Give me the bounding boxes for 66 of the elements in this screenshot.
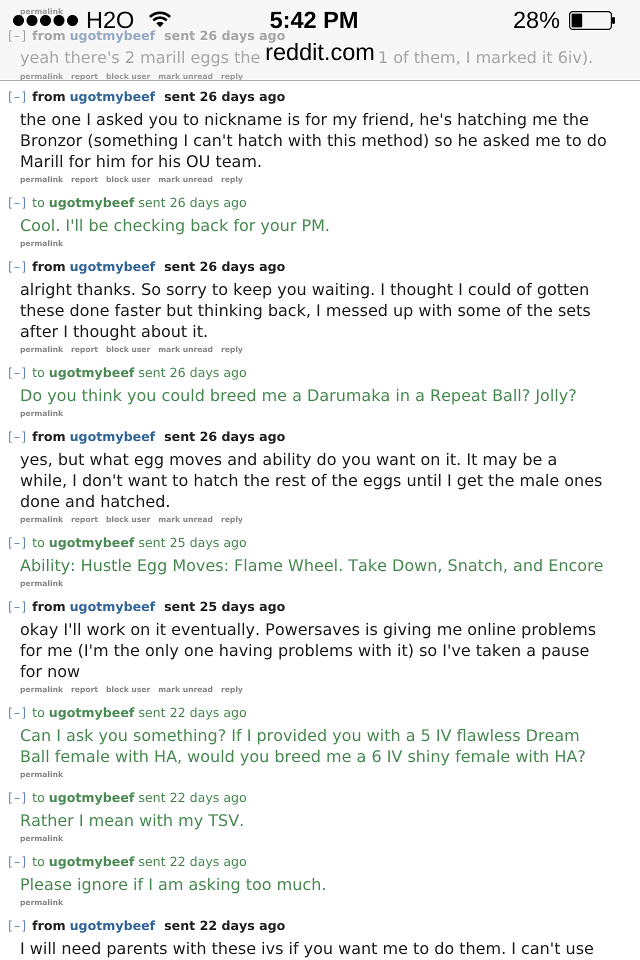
username-link[interactable]: ugotmybeef <box>70 428 156 446</box>
collapse-toggle[interactable]: [–] <box>8 917 28 935</box>
collapse-toggle[interactable]: [–] <box>8 364 28 382</box>
direction-label: to <box>32 704 45 722</box>
faded-sent-time: sent 26 days ago <box>164 28 286 43</box>
sent-time: sent 22 days ago <box>138 789 247 807</box>
collapse-toggle[interactable]: [–] <box>8 194 28 212</box>
collapse-toggle[interactable]: [–] <box>8 853 28 871</box>
message-body: alright thanks. So sorry to keep you waiting. I thought I could of gotten these done faster but thinking back, I messed up with some of the sets after I thought about it. <box>20 278 592 342</box>
collapse-toggle[interactable]: [–] <box>8 88 28 106</box>
username-link[interactable]: ugotmybeef <box>48 704 134 722</box>
message-body: Please ignore if I am asking too much. <box>20 874 328 894</box>
username-link[interactable]: ugotmybeef <box>70 88 156 106</box>
collapse-toggle[interactable]: [–] <box>8 258 28 276</box>
collapse-toggle[interactable]: [–] <box>8 789 28 807</box>
message-body: Cool. I'll be checking back for your PM. <box>20 214 332 236</box>
battery-icon <box>569 10 615 30</box>
message-body: I will need parents with these ivs if you want me to do them. I can't use <box>20 938 595 958</box>
sent-time: sent 26 days ago <box>138 194 247 212</box>
faded-message-text: yeah there's 2 marill eggs the <box>20 47 260 68</box>
username-link[interactable]: ugotmybeef <box>48 534 134 552</box>
message-body: Can I ask you something? If I provided you with a 5 IV flawless Dream Ball female with HA, would you breed me a 6 IV shiny female with HA? <box>20 724 587 766</box>
username-link[interactable]: ugotmybeef <box>48 364 134 382</box>
direction-label: to <box>32 364 45 382</box>
faded-collapse-toggle[interactable]: [–] <box>8 26 28 44</box>
direction-label: to <box>32 534 45 552</box>
clock-time: 5:42 PM <box>268 12 360 28</box>
collapse-toggle[interactable]: [–] <box>8 704 28 722</box>
username-link[interactable]: ugotmybeef <box>48 853 134 871</box>
collapse-toggle[interactable]: [–] <box>8 428 28 446</box>
message-body: Ability: Hustle Egg Moves: Flame Wheel. Take Down, Snatch, and Encore <box>20 554 604 576</box>
message-body: okay I'll work on it eventually. Powersaves is giving me online problems for me (I'm the only one having problems with it) so I've taken a pause for now <box>20 618 598 682</box>
direction-label: from <box>32 917 66 935</box>
battery-percentage: 28% <box>512 8 560 32</box>
direction-label: from <box>32 598 66 616</box>
direction-label: to <box>32 194 45 212</box>
faded-direction-label: from <box>32 26 66 44</box>
username-link[interactable]: ugotmybeef <box>48 789 134 807</box>
message-body: Do you think you could breed me a Darumaka in a Repeat Ball? Jolly? <box>20 384 578 406</box>
direction-label: to <box>32 789 45 807</box>
wifi-icon <box>148 10 172 28</box>
sent-time: sent 26 days ago <box>164 258 286 276</box>
sent-time: sent 25 days ago <box>164 598 286 616</box>
message-body: yes, but what egg moves and ability do you want on it. It may be a while, I don't want to hatch the rest of the eggs until I get the male ones done and hatched. <box>20 448 604 512</box>
username-link[interactable]: ugotmybeef <box>70 917 156 935</box>
direction-label: from <box>32 88 66 106</box>
direction-label: to <box>32 853 45 871</box>
signal-strength-icon <box>13 14 78 26</box>
message-body: the one I asked you to nickname is for my friend, he's hatching me the Bronzor (something I can't hatch with this method) so he asked me to do Marill for him for his OU team. <box>20 108 608 172</box>
faded-message-text: 1 of them, I marked it 6iv). <box>378 47 594 68</box>
sent-time: sent 25 days ago <box>138 534 247 552</box>
sent-time: sent 22 days ago <box>138 704 247 722</box>
username-link[interactable]: ugotmybeef <box>70 598 156 616</box>
sent-time: sent 26 days ago <box>138 364 247 382</box>
sent-time: sent 26 days ago <box>164 428 286 446</box>
collapse-toggle[interactable]: [–] <box>8 598 28 616</box>
message-body: Rather I mean with my TSV. <box>20 810 246 830</box>
sent-time: sent 26 days ago <box>164 88 286 106</box>
direction-label: from <box>32 428 66 446</box>
collapse-toggle[interactable]: [–] <box>8 534 28 552</box>
sent-time: sent 22 days ago <box>164 917 286 935</box>
direction-label: from <box>32 258 66 276</box>
carrier-name: H2O <box>86 8 134 32</box>
username-link[interactable]: ugotmybeef <box>48 194 134 212</box>
sent-time: sent 22 days ago <box>138 853 247 871</box>
username-link[interactable]: ugotmybeef <box>70 258 156 276</box>
